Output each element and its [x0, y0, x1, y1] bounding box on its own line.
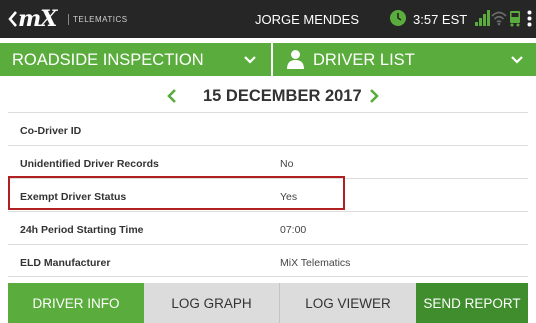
- next-date-arrow-icon[interactable]: [368, 88, 380, 104]
- tab-log-graph[interactable]: LOG GRAPH: [144, 283, 280, 323]
- list-item: Unidentified Driver Records No: [8, 145, 528, 178]
- chevron-down-icon: [244, 56, 256, 64]
- signal-icon: [475, 10, 490, 26]
- nav-bar: ROADSIDE INSPECTION DRIVER LIST: [0, 43, 536, 76]
- chevron-down-icon: [511, 56, 523, 64]
- row-label: Co-Driver ID: [20, 125, 82, 137]
- driver-list-dropdown[interactable]: DRIVER LIST: [273, 43, 536, 76]
- brand-logo: mX: [18, 6, 57, 32]
- clock-time: 3:57 EST: [413, 12, 468, 27]
- user-name: JORGE MENDES: [255, 12, 360, 27]
- previous-date-arrow-icon[interactable]: [166, 88, 178, 104]
- row-label: ELD Manufacturer: [20, 257, 111, 269]
- clock-icon: [390, 10, 406, 26]
- send-report-button[interactable]: SEND REPORT: [416, 283, 528, 323]
- brand-subtitle: TELEMATICS: [68, 14, 128, 25]
- row-label: 24h Period Starting Time: [20, 224, 144, 236]
- person-icon: [287, 50, 304, 69]
- list-item: ELD Manufacturer MiX Telematics: [8, 244, 528, 277]
- kebab-menu-icon[interactable]: [527, 10, 532, 27]
- status-bar: mX TELEMATICS JORGE MENDES 3:57 EST: [0, 0, 536, 38]
- row-value: No: [280, 158, 294, 170]
- truck-icon: [510, 11, 520, 27]
- row-value: MiX Telematics: [280, 257, 351, 269]
- highlight-box: [8, 176, 345, 210]
- tab-driver-info[interactable]: DRIVER INFO: [8, 283, 144, 323]
- date-label: 15 DECEMBER 2017: [203, 87, 362, 105]
- list-item: Co-Driver ID: [8, 112, 528, 145]
- roadside-inspection-label: ROADSIDE INSPECTION: [12, 51, 204, 69]
- roadside-inspection-dropdown[interactable]: ROADSIDE INSPECTION: [0, 43, 270, 76]
- row-label: Unidentified Driver Records: [20, 158, 159, 170]
- row-value: 07:00: [280, 224, 307, 236]
- driver-list-label: DRIVER LIST: [313, 51, 415, 69]
- bottom-tab-bar: DRIVER INFO LOG GRAPH LOG VIEWER SEND RE…: [8, 283, 528, 323]
- tab-log-viewer[interactable]: LOG VIEWER: [280, 283, 416, 323]
- list-item: 24h Period Starting Time 07:00: [8, 211, 528, 244]
- wifi-icon: [491, 11, 507, 26]
